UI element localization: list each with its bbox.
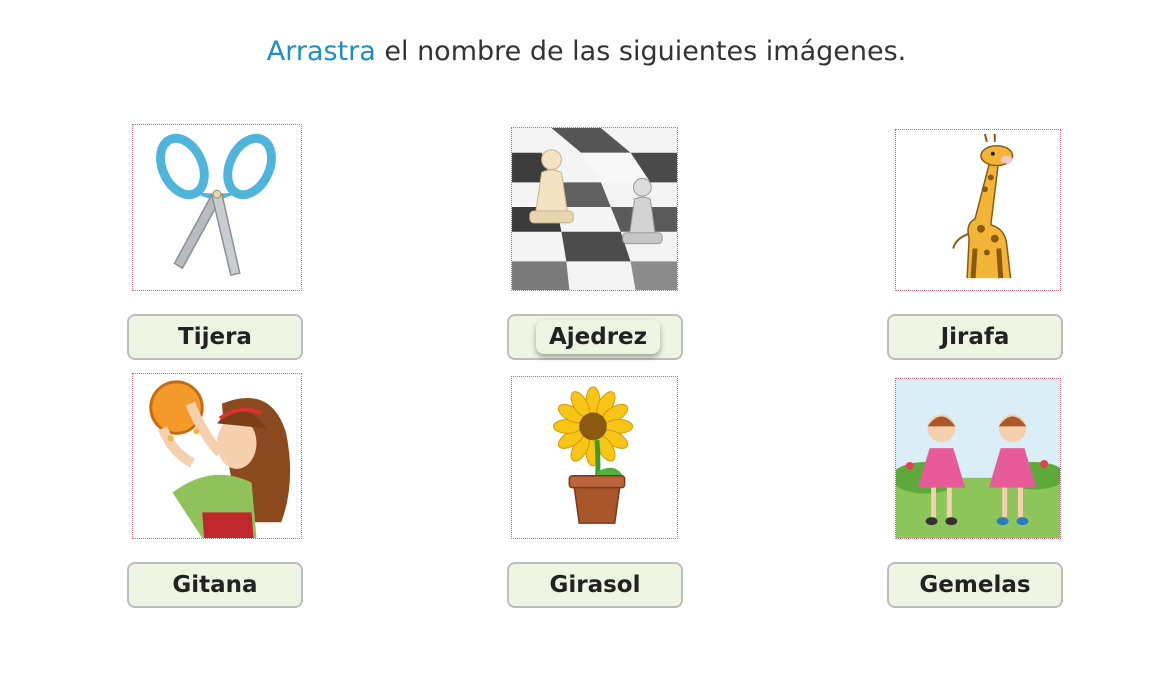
word-tile-tijera[interactable]: Tijera (129, 316, 301, 358)
instruction-text: Arrastra el nombre de las siguientes imá… (0, 36, 1173, 67)
twin-girls-icon (896, 379, 1060, 538)
image-card-sunflower (511, 376, 678, 539)
gypsy-girl-tambourine-icon (149, 380, 291, 538)
drop-slot-2[interactable]: Ajedrez (507, 314, 683, 360)
drop-slot-6[interactable]: Gemelas (887, 562, 1063, 608)
word-tile-jirafa[interactable]: Jirafa (889, 316, 1061, 358)
chess-pawns-icon (512, 128, 677, 290)
word-tile-ajedrez[interactable]: Ajedrez (536, 320, 660, 354)
drop-slot-5[interactable]: Girasol (507, 562, 683, 608)
image-card-giraffe (895, 129, 1061, 291)
drop-slot-3[interactable]: Jirafa (887, 314, 1063, 360)
instruction-rest: el nombre de las siguientes imágenes. (375, 36, 907, 67)
sunflower-pot-icon (553, 386, 634, 524)
drop-slot-4[interactable]: Gitana (127, 562, 303, 608)
word-tile-girasol[interactable]: Girasol (509, 564, 681, 606)
image-card-twins (895, 378, 1061, 539)
drop-slot-1[interactable]: Tijera (127, 314, 303, 360)
image-card-gypsy (132, 373, 302, 539)
word-tile-gitana[interactable]: Gitana (129, 564, 301, 606)
image-card-scissors (132, 124, 302, 291)
instruction-highlight: Arrastra (266, 36, 376, 67)
giraffe-icon (952, 133, 1014, 279)
scissors-icon (156, 133, 276, 277)
image-card-chess (511, 127, 678, 291)
word-tile-gemelas[interactable]: Gemelas (889, 564, 1061, 606)
